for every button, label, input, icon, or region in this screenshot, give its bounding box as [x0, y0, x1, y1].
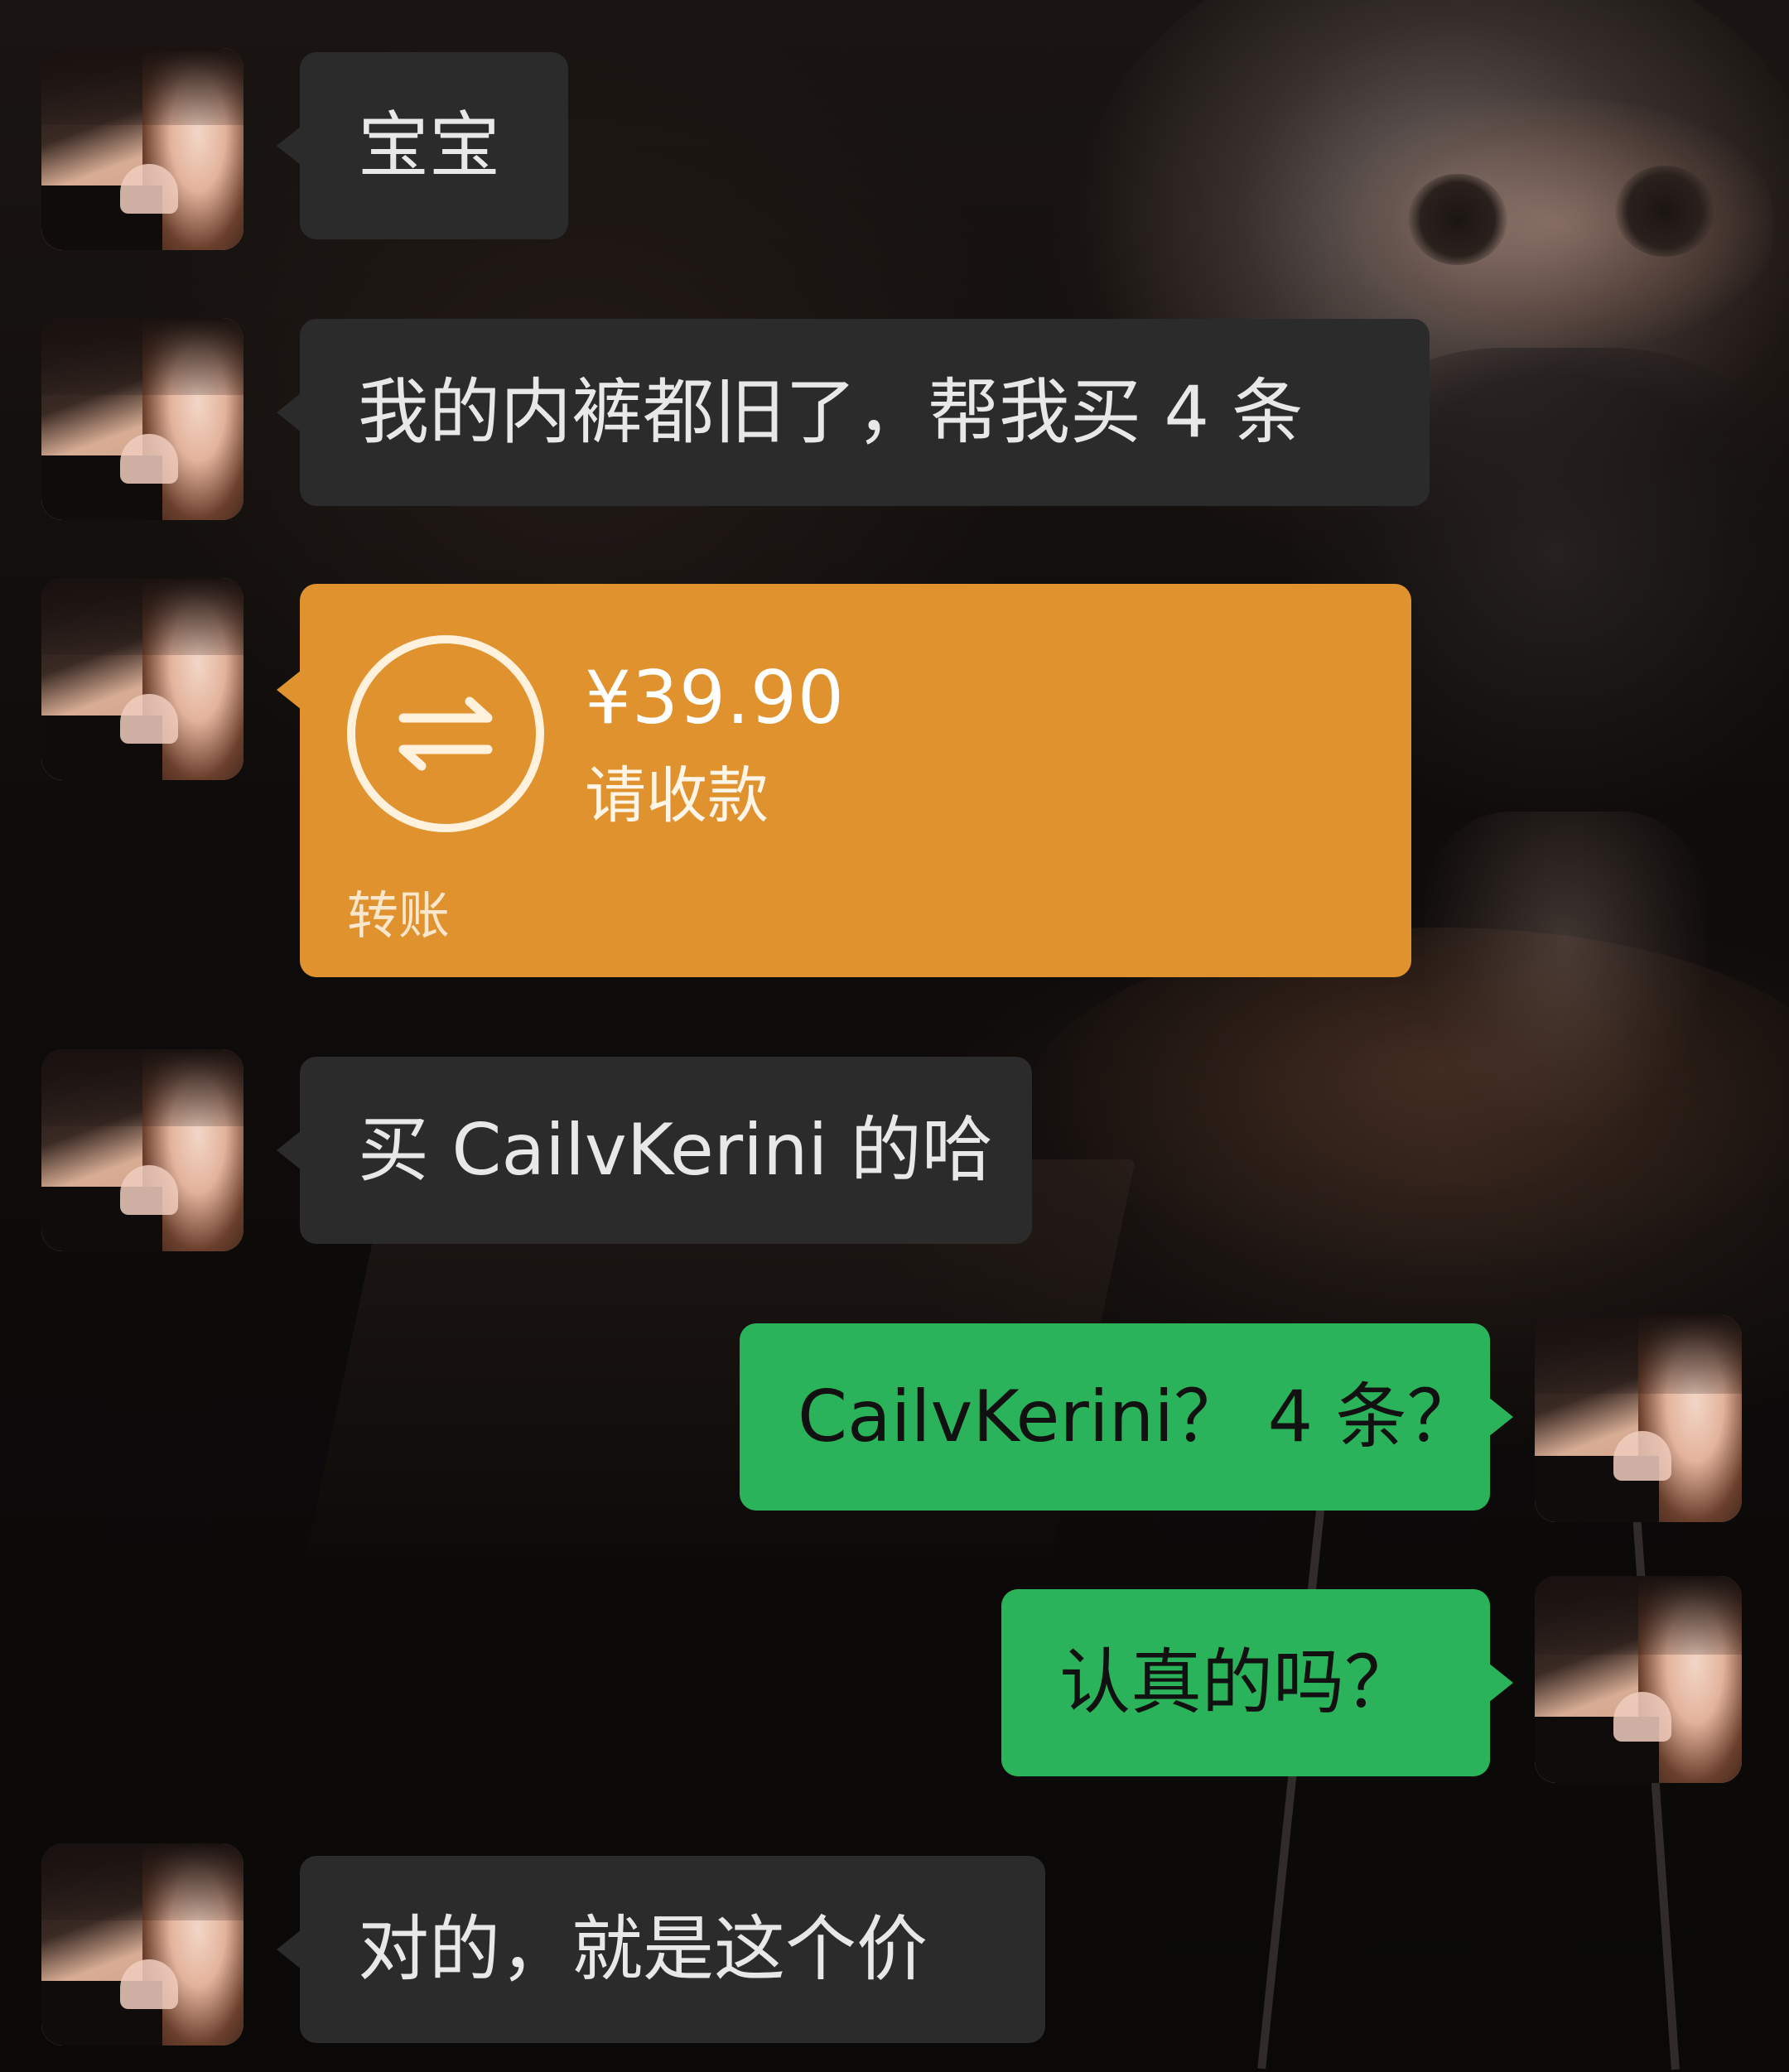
- transfer-status: 请收款: [585, 760, 769, 831]
- incoming-message-bubble[interactable]: 对的，就是这个价: [277, 1856, 1045, 2043]
- transfer-card[interactable]: ¥39.90 请收款 转账: [277, 584, 1411, 977]
- outgoing-message-bubble[interactable]: 认真的吗？: [1001, 1589, 1513, 1776]
- my-avatar[interactable]: [1535, 1315, 1742, 1522]
- contact-avatar[interactable]: [41, 318, 244, 520]
- my-avatar[interactable]: [1535, 1576, 1742, 1783]
- contact-avatar[interactable]: [41, 578, 244, 780]
- message-text: 对的，就是这个价: [358, 1908, 928, 1991]
- transfer-amount: ¥39.90: [585, 655, 845, 740]
- incoming-message-bubble[interactable]: 宝宝: [277, 52, 568, 239]
- contact-avatar[interactable]: [41, 1049, 244, 1251]
- incoming-message-bubble[interactable]: 我的内裤都旧了，帮我买 4 条: [277, 319, 1430, 506]
- contact-avatar[interactable]: [41, 1843, 244, 2045]
- message-text: 宝宝: [358, 104, 500, 187]
- background-doll-eye: [1408, 174, 1507, 265]
- transfer-label: 转账: [347, 885, 451, 946]
- message-text: 认真的吗？: [1059, 1641, 1415, 1724]
- message-text: CailvKerini？ 4 条？: [798, 1376, 1478, 1458]
- outgoing-message-bubble[interactable]: CailvKerini？ 4 条？: [740, 1323, 1513, 1511]
- contact-avatar[interactable]: [41, 48, 244, 250]
- background-doll-eye: [1615, 166, 1714, 257]
- message-text: 买 CailvKerini 的哈: [358, 1109, 993, 1192]
- incoming-message-bubble[interactable]: 买 CailvKerini 的哈: [277, 1057, 1032, 1244]
- transfer-arrows-icon: [347, 635, 544, 832]
- background-doll-legs: [1425, 812, 1706, 1126]
- message-text: 我的内裤都旧了，帮我买 4 条: [358, 371, 1304, 454]
